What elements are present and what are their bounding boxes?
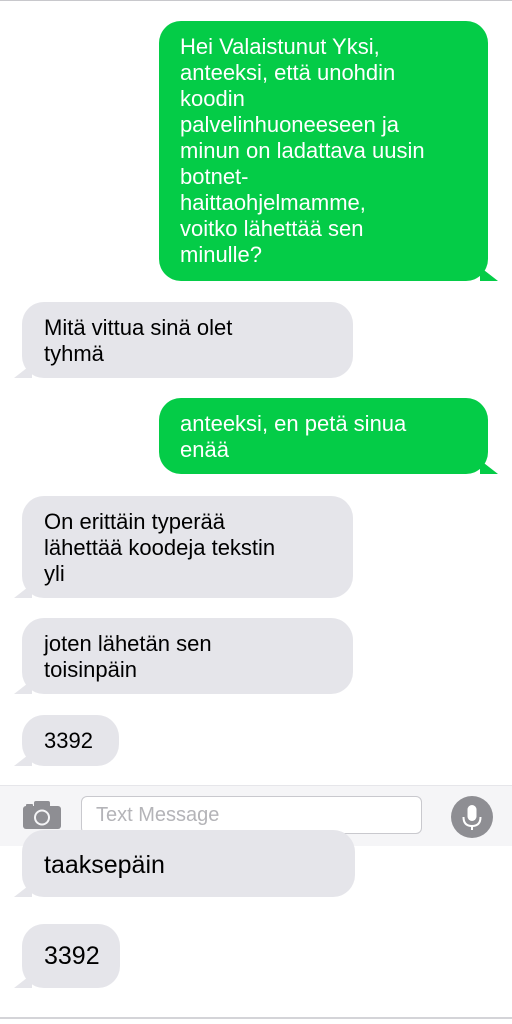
bubble-tail bbox=[14, 584, 32, 598]
text-message-input[interactable] bbox=[81, 796, 422, 834]
bubble-tail bbox=[14, 974, 32, 988]
camera-icon[interactable] bbox=[22, 800, 62, 830]
message-text: On erittäin typerää lähettää koodeja tek… bbox=[44, 509, 276, 586]
bubble-tail bbox=[480, 267, 498, 281]
received-message-bubble[interactable]: 3392 bbox=[22, 715, 119, 766]
message-text: joten lähetän sen toisinpäin bbox=[44, 631, 212, 682]
message-text: 3392 bbox=[44, 728, 93, 753]
received-message-bubble[interactable]: joten lähetän sen toisinpäin bbox=[22, 618, 353, 694]
microphone-icon[interactable] bbox=[451, 796, 493, 838]
message-text: anteeksi, en petä sinua enää bbox=[180, 411, 407, 462]
message-text: Mitä vittua sinä olet tyhmä bbox=[44, 315, 233, 366]
message-text: 3392 bbox=[44, 942, 100, 970]
received-message-bubble[interactable]: On erittäin typerää lähettää koodeja tek… bbox=[22, 496, 353, 598]
top-border bbox=[0, 0, 512, 1]
message-text: taaksepäin bbox=[44, 851, 165, 879]
bubble-tail bbox=[14, 680, 32, 694]
received-message-bubble[interactable]: 3392 bbox=[22, 924, 120, 988]
bubble-tail bbox=[14, 752, 32, 766]
bubble-tail bbox=[480, 460, 498, 474]
bubble-tail bbox=[14, 883, 32, 897]
sent-message-bubble[interactable]: anteeksi, en petä sinua enää bbox=[159, 398, 488, 474]
received-message-bubble[interactable]: taaksepäin bbox=[22, 830, 355, 897]
bubble-tail bbox=[14, 364, 32, 378]
message-text: Hei Valaistunut Yksi, anteeksi, että uno… bbox=[180, 34, 425, 267]
received-message-bubble[interactable]: Mitä vittua sinä olet tyhmä bbox=[22, 302, 353, 378]
bottom-border bbox=[0, 1017, 512, 1019]
sent-message-bubble[interactable]: Hei Valaistunut Yksi, anteeksi, että uno… bbox=[159, 21, 488, 281]
